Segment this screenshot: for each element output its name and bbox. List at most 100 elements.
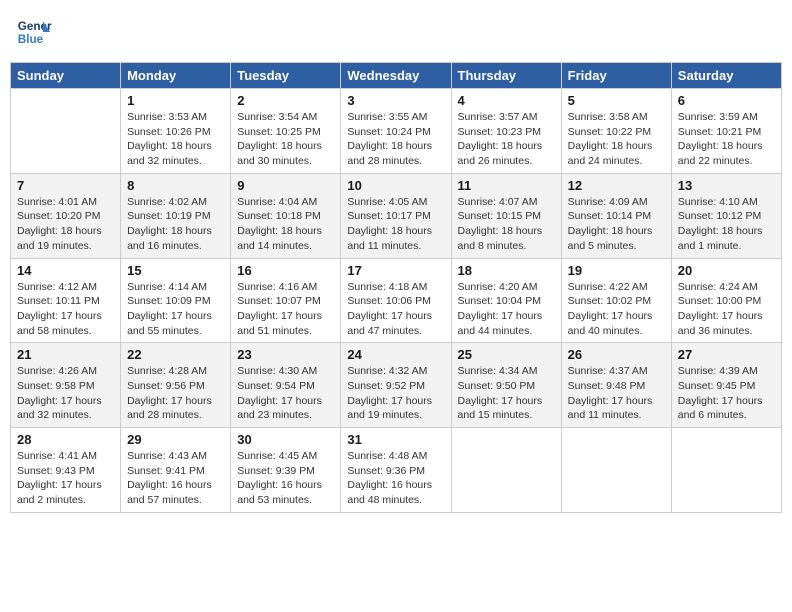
day-number: 25 bbox=[458, 347, 555, 362]
day-detail: Sunrise: 4:02 AM Sunset: 10:19 PM Daylig… bbox=[127, 195, 224, 254]
col-header-friday: Friday bbox=[561, 63, 671, 89]
day-detail: Sunrise: 4:01 AM Sunset: 10:20 PM Daylig… bbox=[17, 195, 114, 254]
calendar-cell: 17 Sunrise: 4:18 AM Sunset: 10:06 PM Dayl… bbox=[341, 258, 451, 343]
day-number: 7 bbox=[17, 178, 114, 193]
day-number: 8 bbox=[127, 178, 224, 193]
calendar-cell: 7 Sunrise: 4:01 AM Sunset: 10:20 PM Dayli… bbox=[11, 173, 121, 258]
day-detail: Sunrise: 4:34 AM Sunset: 9:50 PM Dayligh… bbox=[458, 364, 555, 423]
day-detail: Sunrise: 4:22 AM Sunset: 10:02 PM Daylig… bbox=[568, 280, 665, 339]
calendar-cell: 10Sunrise: 4:05 AM Sunset: 10:17 PM Dayl… bbox=[341, 173, 451, 258]
logo-icon: General Blue bbox=[16, 14, 52, 50]
calendar-cell: 13 Sunrise: 4:10 AM Sunset: 10:12 PM Dayl… bbox=[671, 173, 781, 258]
day-detail: Sunrise: 4:12 AM Sunset: 10:11 PM Daylig… bbox=[17, 280, 114, 339]
calendar-cell: 23 Sunrise: 4:30 AM Sunset: 9:54 PM Dayli… bbox=[231, 343, 341, 428]
day-detail: Sunrise: 4:48 AM Sunset: 9:36 PM Dayligh… bbox=[347, 449, 444, 508]
day-number: 30 bbox=[237, 432, 334, 447]
calendar-cell: 16 Sunrise: 4:16 AM Sunset: 10:07 PM Dayl… bbox=[231, 258, 341, 343]
calendar-cell: 2 Sunrise: 3:54 AM Sunset: 10:25 PM Dayli… bbox=[231, 89, 341, 174]
day-detail: Sunrise: 3:53 AM Sunset: 10:26 PM Daylig… bbox=[127, 110, 224, 169]
day-number: 31 bbox=[347, 432, 444, 447]
day-number: 10 bbox=[347, 178, 444, 193]
day-number: 23 bbox=[237, 347, 334, 362]
logo: General Blue bbox=[16, 14, 52, 50]
day-detail: Sunrise: 4:45 AM Sunset: 9:39 PM Dayligh… bbox=[237, 449, 334, 508]
calendar-cell: 18Sunrise: 4:20 AM Sunset: 10:04 PM Dayl… bbox=[451, 258, 561, 343]
calendar-cell: 5 Sunrise: 3:58 AM Sunset: 10:22 PM Dayli… bbox=[561, 89, 671, 174]
day-detail: Sunrise: 4:09 AM Sunset: 10:14 PM Daylig… bbox=[568, 195, 665, 254]
calendar-cell: 30 Sunrise: 4:45 AM Sunset: 9:39 PM Dayli… bbox=[231, 428, 341, 513]
day-detail: Sunrise: 4:26 AM Sunset: 9:58 PM Dayligh… bbox=[17, 364, 114, 423]
day-detail: Sunrise: 4:24 AM Sunset: 10:00 PM Daylig… bbox=[678, 280, 775, 339]
day-detail: Sunrise: 4:37 AM Sunset: 9:48 PM Dayligh… bbox=[568, 364, 665, 423]
col-header-saturday: Saturday bbox=[671, 63, 781, 89]
day-number: 4 bbox=[458, 93, 555, 108]
day-detail: Sunrise: 4:07 AM Sunset: 10:15 PM Daylig… bbox=[458, 195, 555, 254]
day-detail: Sunrise: 4:30 AM Sunset: 9:54 PM Dayligh… bbox=[237, 364, 334, 423]
day-number: 24 bbox=[347, 347, 444, 362]
col-header-tuesday: Tuesday bbox=[231, 63, 341, 89]
svg-text:Blue: Blue bbox=[18, 33, 44, 46]
day-number: 2 bbox=[237, 93, 334, 108]
day-detail: Sunrise: 4:18 AM Sunset: 10:06 PM Daylig… bbox=[347, 280, 444, 339]
day-detail: Sunrise: 3:54 AM Sunset: 10:25 PM Daylig… bbox=[237, 110, 334, 169]
day-number: 16 bbox=[237, 263, 334, 278]
day-number: 12 bbox=[568, 178, 665, 193]
calendar-cell: 19 Sunrise: 4:22 AM Sunset: 10:02 PM Dayl… bbox=[561, 258, 671, 343]
day-number: 15 bbox=[127, 263, 224, 278]
calendar-cell: 31 Sunrise: 4:48 AM Sunset: 9:36 PM Dayli… bbox=[341, 428, 451, 513]
calendar-cell: 14 Sunrise: 4:12 AM Sunset: 10:11 PM Dayl… bbox=[11, 258, 121, 343]
day-number: 27 bbox=[678, 347, 775, 362]
calendar-cell bbox=[451, 428, 561, 513]
day-detail: Sunrise: 4:32 AM Sunset: 9:52 PM Dayligh… bbox=[347, 364, 444, 423]
calendar-cell bbox=[11, 89, 121, 174]
day-number: 5 bbox=[568, 93, 665, 108]
day-detail: Sunrise: 4:16 AM Sunset: 10:07 PM Daylig… bbox=[237, 280, 334, 339]
day-number: 28 bbox=[17, 432, 114, 447]
calendar-cell: 4 Sunrise: 3:57 AM Sunset: 10:23 PM Dayli… bbox=[451, 89, 561, 174]
day-number: 18 bbox=[458, 263, 555, 278]
day-number: 17 bbox=[347, 263, 444, 278]
day-detail: Sunrise: 3:59 AM Sunset: 10:21 PM Daylig… bbox=[678, 110, 775, 169]
day-detail: Sunrise: 4:43 AM Sunset: 9:41 PM Dayligh… bbox=[127, 449, 224, 508]
calendar-cell: 28 Sunrise: 4:41 AM Sunset: 9:43 PM Dayli… bbox=[11, 428, 121, 513]
day-detail: Sunrise: 4:39 AM Sunset: 9:45 PM Dayligh… bbox=[678, 364, 775, 423]
day-number: 3 bbox=[347, 93, 444, 108]
day-number: 19 bbox=[568, 263, 665, 278]
day-detail: Sunrise: 4:14 AM Sunset: 10:09 PM Daylig… bbox=[127, 280, 224, 339]
calendar-cell: 24 Sunrise: 4:32 AM Sunset: 9:52 PM Dayli… bbox=[341, 343, 451, 428]
day-number: 29 bbox=[127, 432, 224, 447]
calendar-cell: 27 Sunrise: 4:39 AM Sunset: 9:45 PM Dayli… bbox=[671, 343, 781, 428]
day-number: 21 bbox=[17, 347, 114, 362]
calendar-cell: 15 Sunrise: 4:14 AM Sunset: 10:09 PM Dayl… bbox=[121, 258, 231, 343]
calendar-cell: 9 Sunrise: 4:04 AM Sunset: 10:18 PM Dayli… bbox=[231, 173, 341, 258]
calendar-cell: 1Sunrise: 3:53 AM Sunset: 10:26 PM Dayli… bbox=[121, 89, 231, 174]
day-detail: Sunrise: 4:41 AM Sunset: 9:43 PM Dayligh… bbox=[17, 449, 114, 508]
page-header: General Blue bbox=[10, 10, 782, 54]
calendar-cell bbox=[561, 428, 671, 513]
day-number: 13 bbox=[678, 178, 775, 193]
calendar-cell: 21 Sunrise: 4:26 AM Sunset: 9:58 PM Dayli… bbox=[11, 343, 121, 428]
calendar-cell: 26 Sunrise: 4:37 AM Sunset: 9:48 PM Dayli… bbox=[561, 343, 671, 428]
day-detail: Sunrise: 4:10 AM Sunset: 10:12 PM Daylig… bbox=[678, 195, 775, 254]
day-detail: Sunrise: 3:55 AM Sunset: 10:24 PM Daylig… bbox=[347, 110, 444, 169]
calendar-cell bbox=[671, 428, 781, 513]
col-header-wednesday: Wednesday bbox=[341, 63, 451, 89]
col-header-monday: Monday bbox=[121, 63, 231, 89]
calendar-cell: 6Sunrise: 3:59 AM Sunset: 10:21 PM Dayli… bbox=[671, 89, 781, 174]
day-detail: Sunrise: 3:57 AM Sunset: 10:23 PM Daylig… bbox=[458, 110, 555, 169]
calendar-cell: 20 Sunrise: 4:24 AM Sunset: 10:00 PM Dayl… bbox=[671, 258, 781, 343]
day-number: 26 bbox=[568, 347, 665, 362]
col-header-thursday: Thursday bbox=[451, 63, 561, 89]
calendar-cell: 8 Sunrise: 4:02 AM Sunset: 10:19 PM Dayli… bbox=[121, 173, 231, 258]
day-number: 20 bbox=[678, 263, 775, 278]
col-header-sunday: Sunday bbox=[11, 63, 121, 89]
calendar-cell: 29 Sunrise: 4:43 AM Sunset: 9:41 PM Dayli… bbox=[121, 428, 231, 513]
day-number: 9 bbox=[237, 178, 334, 193]
day-detail: Sunrise: 4:04 AM Sunset: 10:18 PM Daylig… bbox=[237, 195, 334, 254]
day-number: 14 bbox=[17, 263, 114, 278]
calendar-cell: 3 Sunrise: 3:55 AM Sunset: 10:24 PM Dayli… bbox=[341, 89, 451, 174]
day-detail: Sunrise: 4:28 AM Sunset: 9:56 PM Dayligh… bbox=[127, 364, 224, 423]
calendar-cell: 22 Sunrise: 4:28 AM Sunset: 9:56 PM Dayli… bbox=[121, 343, 231, 428]
day-number: 22 bbox=[127, 347, 224, 362]
day-detail: Sunrise: 3:58 AM Sunset: 10:22 PM Daylig… bbox=[568, 110, 665, 169]
